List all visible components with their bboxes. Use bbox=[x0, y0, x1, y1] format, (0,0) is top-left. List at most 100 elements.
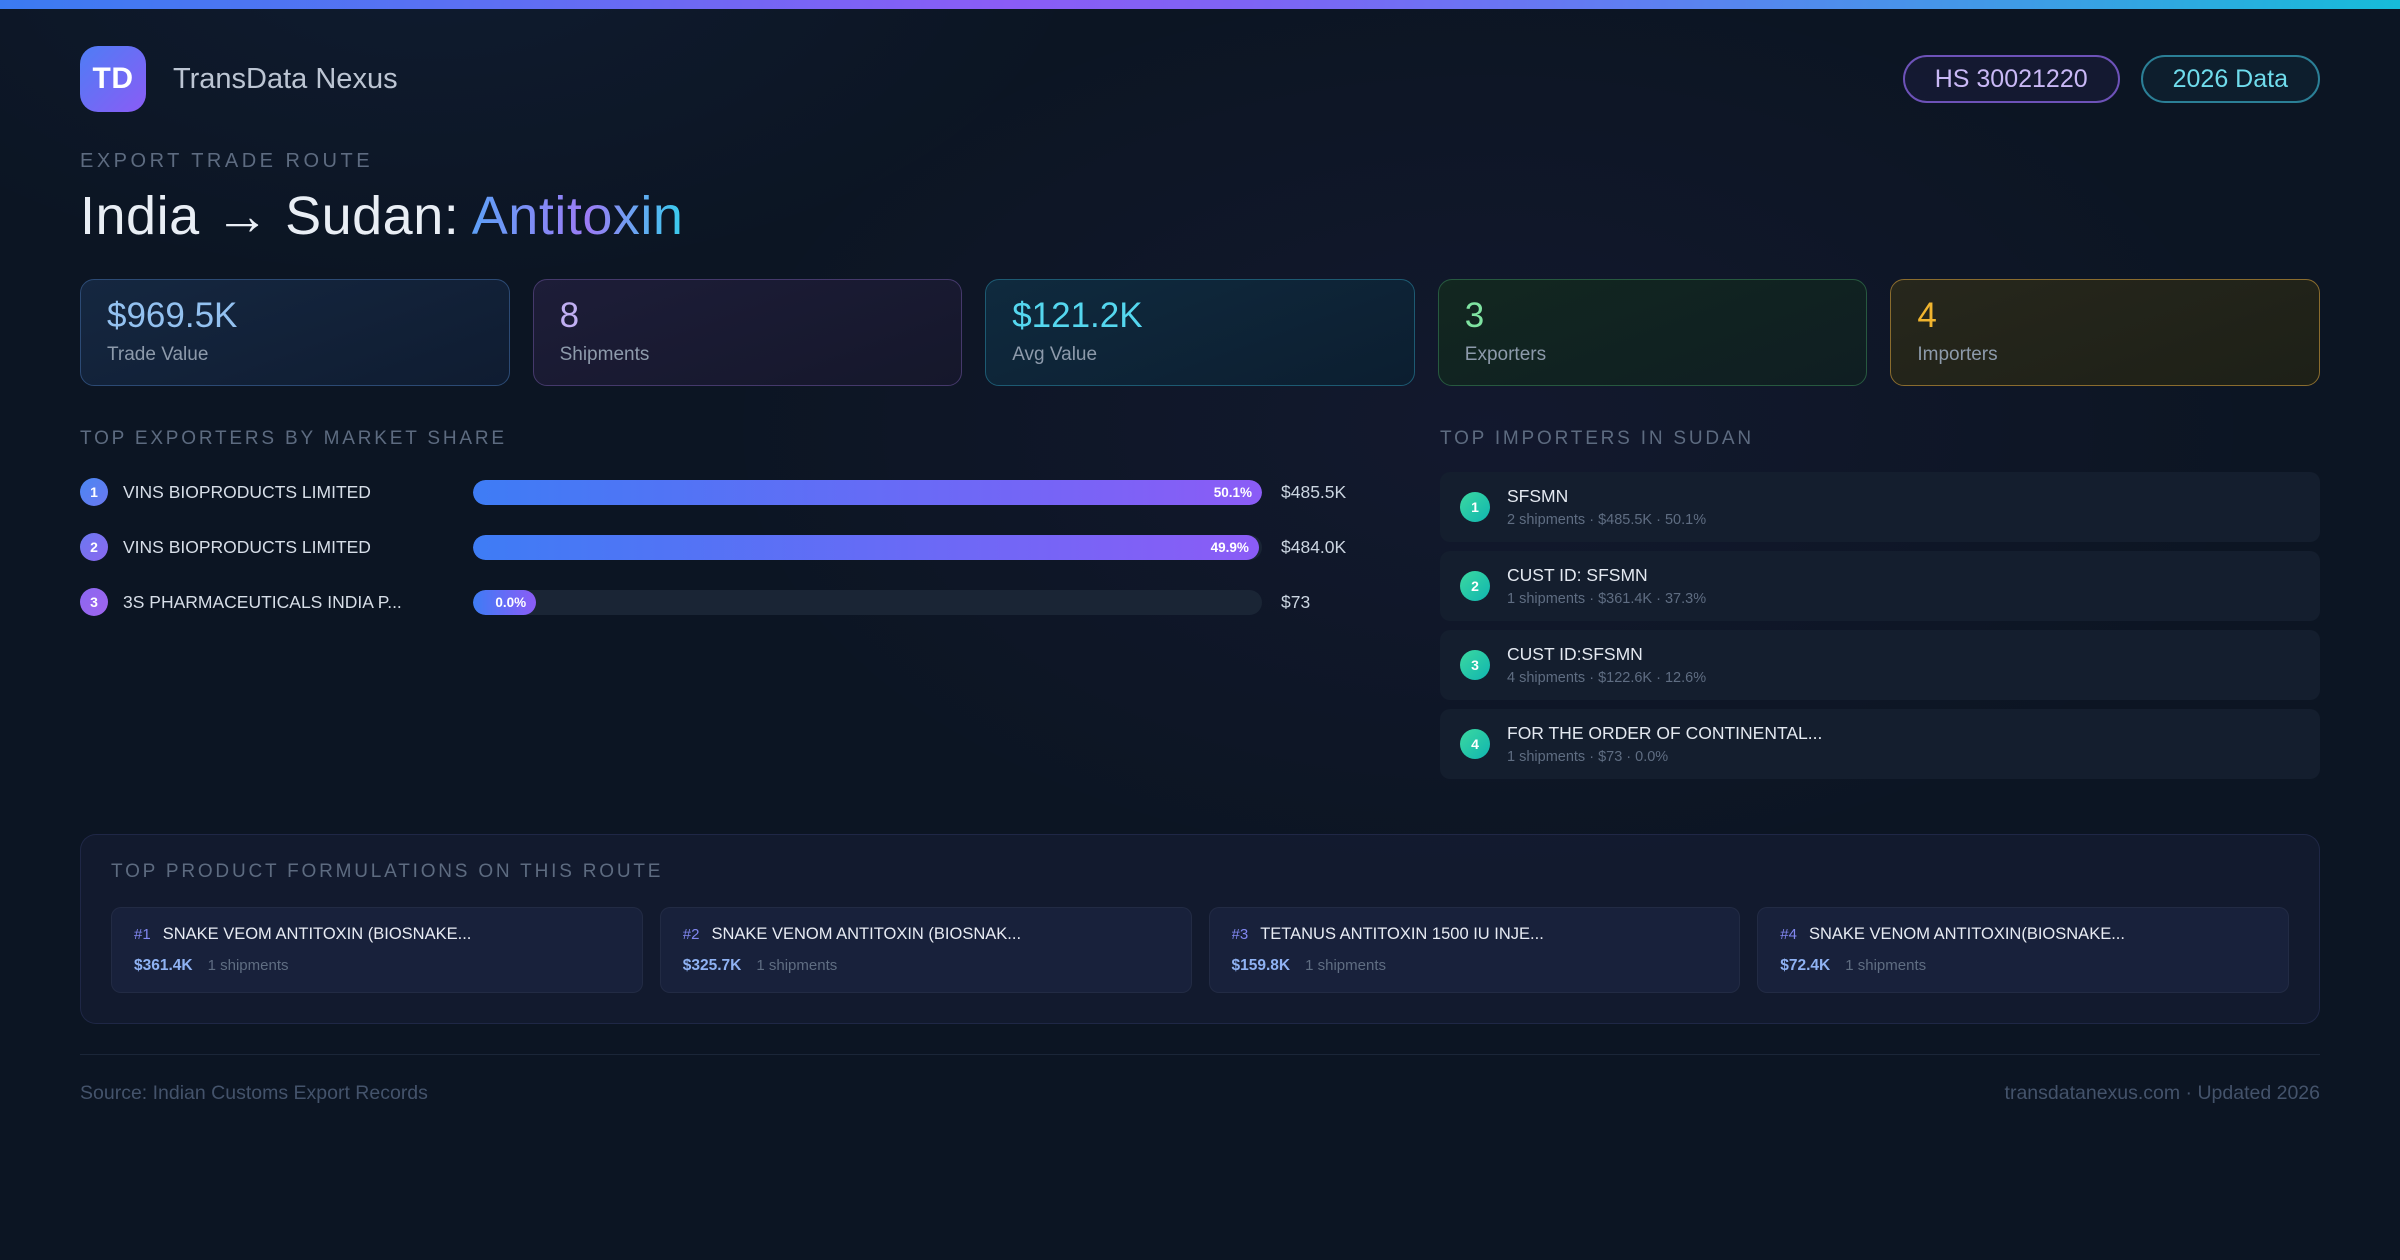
importer-text: FOR THE ORDER OF CONTINENTAL... 1 shipme… bbox=[1507, 723, 1822, 765]
importer-item: 2 CUST ID: SFSMN 1 shipments · $361.4K ·… bbox=[1440, 551, 2320, 621]
market-share-bar-fill: 50.1% bbox=[473, 479, 1262, 505]
formulation-value: $72.4K bbox=[1780, 957, 1831, 974]
market-share-bar-track: 49.9% bbox=[473, 534, 1262, 560]
eyebrow-label: EXPORT TRADE ROUTE bbox=[80, 150, 374, 172]
importer-item: 3 CUST ID:SFSMN 4 shipments · $122.6K · … bbox=[1440, 630, 2320, 700]
stat-label: Trade Value bbox=[107, 344, 209, 365]
formulation-rank: #4 bbox=[1780, 926, 1797, 943]
formulations-panel: TOP PRODUCT FORMULATIONS ON THIS ROUTE #… bbox=[80, 834, 2320, 1024]
importer-meta: 1 shipments · $361.4K · 37.3% bbox=[1507, 591, 1707, 607]
exporter-name: VINS BIOPRODUCTS LIMITED bbox=[123, 481, 371, 502]
stat-card-avg-value: $121.2K Avg Value bbox=[985, 279, 1415, 386]
formulation-card: #2 SNAKE VENOM ANTITOXIN (BIOSNAK... $32… bbox=[659, 907, 1192, 993]
importer-name: FOR THE ORDER OF CONTINENTAL... bbox=[1507, 723, 1823, 743]
stat-value: 8 bbox=[559, 296, 580, 335]
formulation-title-row: #4 SNAKE VENOM ANTITOXIN(BIOSNAKE... bbox=[1780, 925, 2266, 944]
market-share-percent: 49.9% bbox=[1210, 539, 1249, 555]
importer-meta: 1 shipments · $73 · 0.0% bbox=[1507, 749, 1669, 765]
page-container: TD TransData Nexus HS 30021220 2026 Data… bbox=[0, 46, 2400, 1105]
formulation-meta-row: $361.4K 1 shipments bbox=[134, 957, 620, 975]
rank-badge: 1 bbox=[1460, 492, 1490, 522]
importers-heading: TOP IMPORTERS IN SUDAN bbox=[1440, 428, 1754, 449]
header: TD TransData Nexus HS 30021220 2026 Data bbox=[80, 46, 2320, 112]
stat-card-importers: 4 Importers bbox=[1890, 279, 2320, 386]
formulation-cards: #1 SNAKE VEOM ANTITOXIN (BIOSNAKE... $36… bbox=[111, 907, 2289, 993]
formulation-value: $325.7K bbox=[682, 957, 742, 974]
app-name: TransData Nexus bbox=[173, 62, 398, 95]
stat-label: Importers bbox=[1917, 344, 1998, 365]
importer-text: SFSMN 2 shipments · $485.5K · 50.1% bbox=[1507, 486, 1706, 528]
formulation-value: $159.8K bbox=[1231, 957, 1291, 974]
formulation-card: #4 SNAKE VENOM ANTITOXIN(BIOSNAKE... $72… bbox=[1757, 907, 2289, 993]
formulation-title-row: #2 SNAKE VENOM ANTITOXIN (BIOSNAK... bbox=[683, 925, 1169, 944]
stat-cards: $969.5K Trade Value 8 Shipments $121.2K … bbox=[80, 279, 2320, 386]
market-share-bar-track: 0.0% bbox=[473, 589, 1262, 615]
stat-card-exporters: 3 Exporters bbox=[1437, 279, 1868, 386]
formulation-meta-row: $72.4K 1 shipments bbox=[1780, 957, 2266, 975]
formulation-title-row: #1 SNAKE VEOM ANTITOXIN (BIOSNAKE... bbox=[134, 925, 620, 944]
formulation-card: #3 TETANUS ANTITOXIN 1500 IU INJE... $15… bbox=[1208, 907, 1741, 993]
stat-card-shipments: 8 Shipments bbox=[532, 279, 963, 386]
stat-label: Exporters bbox=[1464, 344, 1547, 365]
formulation-shipments: 1 shipments bbox=[756, 957, 838, 974]
market-share-bar-fill: 0.0% bbox=[473, 589, 537, 615]
formulation-shipments: 1 shipments bbox=[207, 957, 289, 974]
formulation-card: #1 SNAKE VEOM ANTITOXIN (BIOSNAKE... $36… bbox=[111, 907, 643, 993]
header-badges: HS 30021220 2026 Data bbox=[1902, 55, 2320, 103]
formulation-rank: #1 bbox=[134, 926, 151, 943]
importer-text: CUST ID:SFSMN 4 shipments · $122.6K · 12… bbox=[1507, 644, 1706, 686]
exporter-name: VINS BIOPRODUCTS LIMITED bbox=[123, 536, 371, 557]
rank-badge: 2 bbox=[80, 533, 108, 561]
importer-item: 1 SFSMN 2 shipments · $485.5K · 50.1% bbox=[1440, 472, 2320, 542]
exporter-value: $484.0K bbox=[1281, 536, 1347, 557]
footer-site: transdatanexus.com · Updated 2026 bbox=[2004, 1082, 2320, 1104]
page-title: India → Sudan: Antitoxin bbox=[80, 185, 2320, 247]
formulation-name: SNAKE VENOM ANTITOXIN(BIOSNAKE... bbox=[1808, 925, 2125, 943]
formulations-heading: TOP PRODUCT FORMULATIONS ON THIS ROUTE bbox=[111, 861, 664, 882]
importer-list: 1 SFSMN 2 shipments · $485.5K · 50.1% 2 … bbox=[1440, 472, 2320, 779]
formulation-rank: #3 bbox=[1231, 926, 1249, 943]
importer-item: 4 FOR THE ORDER OF CONTINENTAL... 1 ship… bbox=[1440, 709, 2320, 779]
exporters-section: TOP EXPORTERS BY MARKET SHARE 1 VINS BIO… bbox=[80, 428, 1376, 637]
formulation-name: SNAKE VENOM ANTITOXIN (BIOSNAK... bbox=[711, 925, 1022, 943]
formulation-name: TETANUS ANTITOXIN 1500 IU INJE... bbox=[1260, 925, 1544, 943]
exporter-row: 2 VINS BIOPRODUCTS LIMITED 49.9% $484.0K bbox=[80, 527, 1376, 567]
footer: Source: Indian Customs Export Records tr… bbox=[80, 1054, 2320, 1105]
market-share-percent: 50.1% bbox=[1213, 484, 1252, 500]
formulation-title-row: #3 TETANUS ANTITOXIN 1500 IU INJE... bbox=[1232, 925, 1718, 944]
page-title-product: Antitoxin bbox=[471, 186, 684, 246]
importers-section: TOP IMPORTERS IN SUDAN 1 SFSMN 2 shipmen… bbox=[1440, 428, 2320, 788]
rank-badge: 4 bbox=[1460, 729, 1490, 759]
importer-text: CUST ID: SFSMN 1 shipments · $361.4K · 3… bbox=[1507, 565, 1706, 607]
importer-meta: 2 shipments · $485.5K · 50.1% bbox=[1507, 512, 1707, 528]
formulation-name: SNAKE VEOM ANTITOXIN (BIOSNAKE... bbox=[162, 925, 472, 943]
formulation-meta-row: $325.7K 1 shipments bbox=[683, 957, 1169, 975]
page-title-route: India → Sudan: bbox=[80, 186, 472, 246]
exporter-rows: 1 VINS BIOPRODUCTS LIMITED 50.1% $485.5K… bbox=[80, 472, 1376, 622]
rank-badge: 3 bbox=[1460, 650, 1490, 680]
market-share-bar-fill: 49.9% bbox=[473, 534, 1259, 560]
year-data-badge: 2026 Data bbox=[2140, 55, 2320, 103]
stat-label: Avg Value bbox=[1012, 344, 1098, 365]
exporter-row: 1 VINS BIOPRODUCTS LIMITED 50.1% $485.5K bbox=[80, 472, 1376, 512]
brand-logo: TD bbox=[80, 46, 146, 112]
exporters-heading: TOP EXPORTERS BY MARKET SHARE bbox=[80, 428, 507, 449]
exporter-value: $73 bbox=[1281, 591, 1311, 612]
stat-label: Shipments bbox=[559, 344, 650, 365]
importer-meta: 4 shipments · $122.6K · 12.6% bbox=[1507, 670, 1707, 686]
importer-name: CUST ID: SFSMN bbox=[1507, 565, 1648, 585]
importer-name: CUST ID:SFSMN bbox=[1507, 644, 1643, 664]
stat-value: 3 bbox=[1464, 296, 1485, 335]
importer-name: SFSMN bbox=[1507, 486, 1569, 506]
stat-value: 4 bbox=[1917, 296, 1937, 335]
top-accent-bar bbox=[0, 0, 2400, 9]
main-columns: TOP EXPORTERS BY MARKET SHARE 1 VINS BIO… bbox=[80, 428, 2320, 788]
stat-card-trade-value: $969.5K Trade Value bbox=[80, 279, 510, 386]
stat-value: $969.5K bbox=[107, 296, 238, 335]
market-share-percent: 0.0% bbox=[495, 594, 527, 610]
formulation-shipments: 1 shipments bbox=[1305, 957, 1386, 974]
exporter-name: 3S PHARMACEUTICALS INDIA P... bbox=[123, 591, 402, 612]
market-share-bar-track: 50.1% bbox=[473, 479, 1262, 505]
exporter-row: 3 3S PHARMACEUTICALS INDIA P... 0.0% $73 bbox=[80, 582, 1376, 622]
stat-value: $121.2K bbox=[1012, 296, 1143, 335]
